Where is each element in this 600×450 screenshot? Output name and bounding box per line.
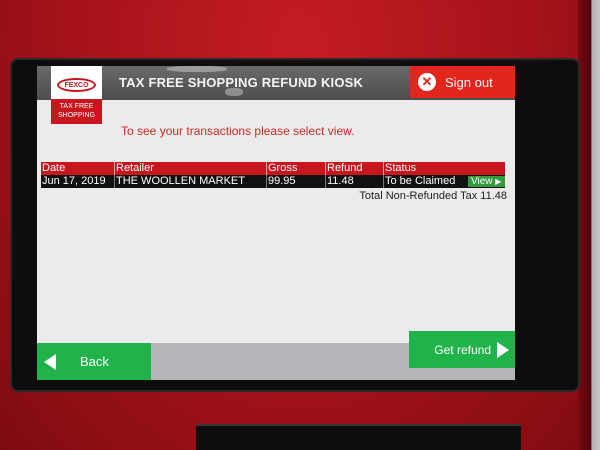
app-header: TAX FREE SHOPPING REFUND KIOSK ✕ Sign ou… (37, 66, 515, 100)
back-button[interactable]: Back (37, 343, 151, 380)
back-button-label: Back (80, 354, 109, 369)
view-button-label: View (471, 176, 493, 187)
get-refund-button[interactable]: Get refund (409, 331, 515, 368)
column-header-retailer: Retailer (114, 162, 266, 175)
cell-gross: 99.95 (266, 175, 325, 188)
kiosk-side-edge (578, 0, 600, 450)
get-refund-label: Get refund (434, 342, 491, 357)
cell-retailer: THE WOOLLEN MARKET (114, 175, 266, 188)
logo-band-line2: SHOPPING (58, 112, 95, 119)
fexco-logo: FEXCO TAX FREE SHOPPING (51, 66, 102, 124)
arrow-left-icon (44, 353, 56, 370)
view-transaction-button[interactable]: View ▶ (468, 176, 505, 187)
sign-out-button[interactable]: ✕ Sign out (410, 66, 515, 98)
column-header-status: Status (383, 162, 468, 175)
column-header-gross: Gross (266, 162, 325, 175)
close-circle-icon: ✕ (418, 73, 436, 91)
table-row[interactable]: Jun 17, 2019 THE WOOLLEN MARKET 99.95 11… (41, 175, 505, 188)
logo-oval-text: FEXCO (57, 78, 96, 92)
cell-refund: 11.48 (325, 175, 383, 188)
total-non-refunded-tax: Total Non-Refunded Tax 11.48 (359, 190, 507, 202)
column-header-date: Date (42, 162, 66, 174)
kiosk-bottom-slot (196, 424, 521, 450)
sign-out-label: Sign out (445, 74, 493, 90)
footer-bar: Back Get refund (37, 331, 515, 380)
instruction-text: To see your transactions please select v… (121, 124, 355, 138)
logo-band: TAX FREE SHOPPING (51, 99, 102, 124)
transactions-table: Date Retailer Gross Refund Status Jun 17… (41, 162, 505, 188)
column-header-refund: Refund (325, 162, 383, 175)
cell-date: Jun 17, 2019 (42, 175, 106, 187)
page-title: TAX FREE SHOPPING REFUND KIOSK (119, 75, 364, 90)
table-header-row: Date Retailer Gross Refund Status (41, 162, 505, 175)
logo-band-line1: TAX FREE (59, 103, 94, 110)
arrow-right-icon (497, 341, 509, 358)
play-arrow-icon: ▶ (495, 177, 502, 186)
kiosk-screen: TAX FREE SHOPPING REFUND KIOSK ✕ Sign ou… (37, 66, 515, 380)
cell-status: To be Claimed (383, 175, 468, 188)
